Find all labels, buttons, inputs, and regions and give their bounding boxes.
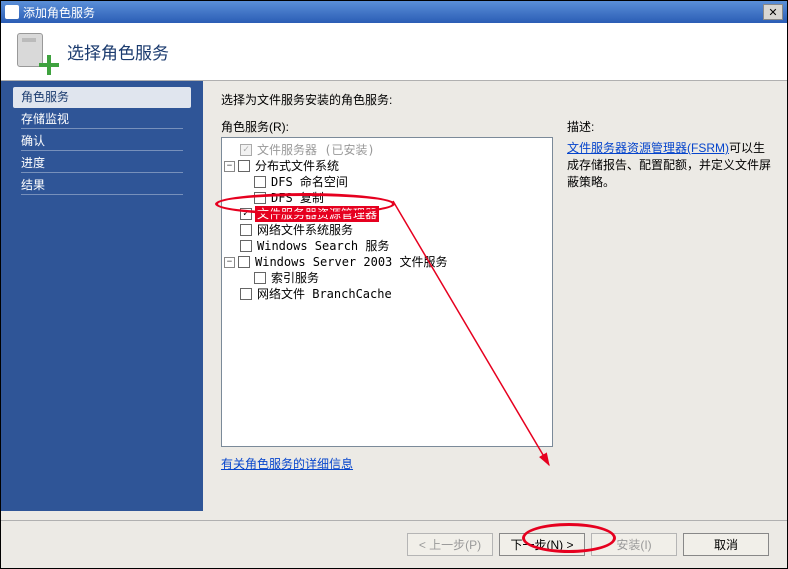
next-button[interactable]: 下一步(N) > [499,533,585,556]
description-title: 描述: [567,118,773,135]
tree-label: 角色服务(R): [221,118,553,135]
server-plus-icon [15,31,57,73]
checkbox-fsrm[interactable] [240,208,252,220]
checkbox-winsearch[interactable] [240,240,252,252]
collapse-icon[interactable]: − [224,161,235,172]
tree-node-nfs[interactable]: 网络文件系统服务 [224,222,550,238]
tree-node-index-service[interactable]: 索引服务 [224,270,550,286]
checkbox-index-service[interactable] [254,272,266,284]
fsrm-link[interactable]: 文件服务器资源管理器(FSRM) [567,141,729,155]
description-pane: 描述: 文件服务器资源管理器(FSRM)可以生成存储报告、配置配额，并定义文件屏… [567,118,773,472]
sidebar-item-confirm[interactable]: 确认 [1,131,203,152]
tree-node-dfs-namespace[interactable]: DFS 命名空间 [224,174,550,190]
window-title: 添加角色服务 [23,4,95,21]
sidebar: 角色服务 存储监视 确认 进度 结果 [1,81,203,511]
checkbox-dfs-namespace[interactable] [254,176,266,188]
titlebar: 添加角色服务 ✕ [1,1,787,23]
wizard-footer: < 上一步(P) 下一步(N) > 安装(I) 取消 [1,520,787,568]
checkbox-ws2003[interactable] [238,256,250,268]
app-icon [5,5,19,19]
instruction-text: 选择为文件服务安装的角色服务: [221,91,773,108]
description-text: 文件服务器资源管理器(FSRM)可以生成存储报告、配置配额，并定义文件屏蔽策略。 [567,139,773,190]
prev-button[interactable]: < 上一步(P) [407,533,493,556]
wizard-body: 角色服务 存储监视 确认 进度 结果 选择为文件服务安装的角色服务: 角色服务(… [1,81,787,511]
role-services-tree[interactable]: 文件服务器 (已安装) − 分布式文件系统 DFS 命名空间 [221,137,553,447]
sidebar-item-storage-monitor[interactable]: 存储监视 [1,109,203,130]
collapse-icon[interactable]: − [224,257,235,268]
wizard-header: 选择角色服务 [1,23,787,81]
install-button: 安装(I) [591,533,677,556]
tree-node-ws2003[interactable]: − Windows Server 2003 文件服务 [224,254,550,270]
checkbox-branchcache[interactable] [240,288,252,300]
tree-node-dfs-replication[interactable]: DFS 复制 [224,190,550,206]
checkbox-dfs[interactable] [238,160,250,172]
content-pane: 选择为文件服务安装的角色服务: 角色服务(R): 文件服务器 (已安装) − [203,81,787,511]
checkbox-file-server [240,144,252,156]
tree-node-dfs[interactable]: − 分布式文件系统 [224,158,550,174]
sidebar-item-result[interactable]: 结果 [1,175,203,196]
tree-node-winsearch[interactable]: Windows Search 服务 [224,238,550,254]
tree-node-fsrm[interactable]: 文件服务器资源管理器 [224,206,550,222]
wizard-window: 添加角色服务 ✕ 选择角色服务 角色服务 存储监视 确认 进度 结果 选择为文件… [0,0,788,569]
more-info-link[interactable]: 有关角色服务的详细信息 [221,455,353,472]
tree-node-branchcache[interactable]: 网络文件 BranchCache [224,286,550,302]
sidebar-item-role-services[interactable]: 角色服务 [1,87,203,108]
page-title: 选择角色服务 [67,39,169,64]
window-buttons: ✕ [763,4,783,20]
checkbox-dfs-replication[interactable] [254,192,266,204]
cancel-button[interactable]: 取消 [683,533,769,556]
checkbox-nfs[interactable] [240,224,252,236]
tree-node-file-server: 文件服务器 (已安装) [224,142,550,158]
close-button[interactable]: ✕ [763,4,783,20]
sidebar-item-progress[interactable]: 进度 [1,153,203,174]
